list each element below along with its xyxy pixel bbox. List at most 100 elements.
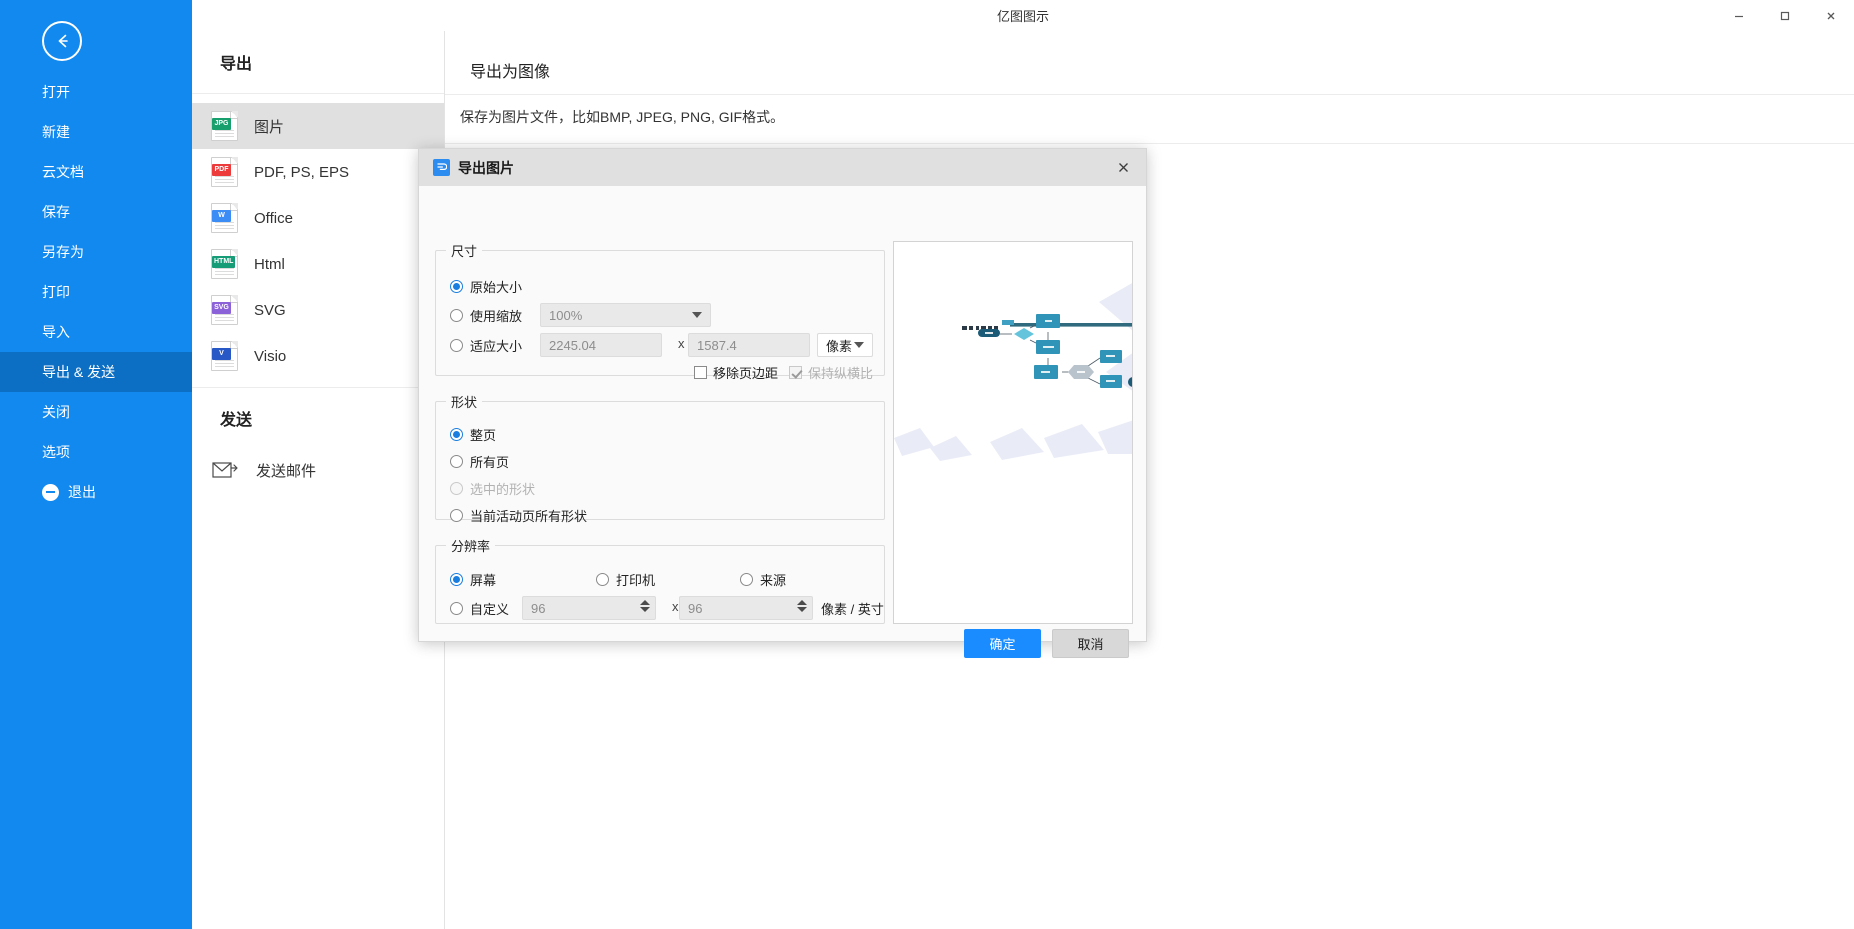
unit-select[interactable]: 像素 [817, 333, 873, 357]
use-scale-label: 使用缩放 [470, 309, 523, 324]
dpi-separator: x [672, 599, 679, 614]
custom-radio[interactable] [450, 602, 463, 615]
sidebar-item-options[interactable]: 选项 [0, 432, 192, 472]
resolution-option-custom[interactable]: 自定义 [450, 599, 509, 618]
resolution-option-screen[interactable]: 屏幕 [450, 570, 496, 589]
all-pages-radio[interactable] [450, 455, 463, 468]
fit-size-radio[interactable] [450, 339, 463, 352]
sidebar-item-exit[interactable]: 退出 [0, 472, 192, 512]
export-format-pdf[interactable]: PDF PDF, PS, EPS [192, 149, 444, 195]
sidebar-item-new[interactable]: 新建 [0, 112, 192, 152]
resolution-option-source[interactable]: 来源 [740, 570, 786, 589]
sidebar-item-open[interactable]: 打开 [0, 72, 192, 112]
minimize-button[interactable] [1716, 0, 1762, 31]
export-format-html[interactable]: HTML Html [192, 241, 444, 287]
sidebar-item-label: 选项 [42, 444, 70, 460]
original-size-radio-row[interactable]: 原始大小 [450, 277, 522, 296]
sidebar-item-save[interactable]: 保存 [0, 192, 192, 232]
export-format-label: SVG [254, 301, 286, 319]
stepper-down-icon[interactable] [797, 607, 807, 612]
send-email-item[interactable]: 发送邮件 [192, 447, 444, 493]
pdf-file-icon-label: PDF [212, 164, 231, 176]
keep-ratio-checkbox [789, 366, 802, 379]
remove-margin-checkbox[interactable] [694, 366, 707, 379]
jpg-file-icon: JPG [211, 111, 238, 141]
envelope-icon [212, 462, 238, 478]
whole-page-radio[interactable] [450, 428, 463, 441]
send-email-label: 发送邮件 [256, 462, 317, 480]
back-button[interactable] [42, 21, 82, 61]
page-title: 导出为图像 [470, 64, 551, 81]
width-input[interactable]: 2245.04 [540, 333, 662, 357]
stepper-up-icon[interactable] [797, 600, 807, 605]
sidebar-item-label: 另存为 [42, 244, 84, 260]
shape-group: 形状 整页 所有页 选中的形状 当前活动页所有形状 [435, 392, 885, 524]
app-logo-icon [433, 159, 450, 176]
ok-button[interactable]: 确定 [964, 629, 1041, 658]
sidebar-item-label: 保存 [42, 204, 70, 220]
sidebar-item-export-send[interactable]: 导出 & 发送 [0, 352, 192, 392]
sidebar-item-save-as[interactable]: 另存为 [0, 232, 192, 272]
height-input[interactable]: 1587.4 [688, 333, 810, 357]
sidebar-item-label: 新建 [42, 124, 70, 140]
fit-size-radio-row[interactable]: 适应大小 [450, 336, 522, 355]
screen-radio[interactable] [450, 573, 463, 586]
maximize-icon [1780, 11, 1790, 20]
stepper-down-icon[interactable] [640, 607, 650, 612]
svg-file-icon: SVG [211, 295, 238, 325]
page-description: 保存为图片文件，比如BMP, JPEG, PNG, GIF格式。 [460, 109, 785, 125]
shape-option-active-page-shapes[interactable]: 当前活动页所有形状 [450, 506, 587, 525]
export-format-image[interactable]: JPG 图片 [192, 103, 444, 149]
active-page-shapes-radio[interactable] [450, 509, 463, 522]
cancel-button[interactable]: 取消 [1052, 629, 1129, 658]
dialog-body: 尺寸 原始大小 使用缩放 100% 适应大小 2245.04 x 1587.4 … [419, 186, 1146, 658]
dpi-y-stepper[interactable] [797, 600, 807, 612]
application-window: 打开 新建 云文档 保存 另存为 打印 导入 导出 & 发送 关闭 选项 退出 … [0, 0, 1854, 929]
dpi-y-input[interactable]: 96 [679, 596, 813, 620]
size-group-legend: 尺寸 [451, 244, 478, 259]
stepper-up-icon[interactable] [640, 600, 650, 605]
dpi-unit-label: 像素 / 英寸 [821, 602, 884, 617]
sidebar-item-print[interactable]: 打印 [0, 272, 192, 312]
close-icon [1118, 163, 1128, 172]
original-size-radio[interactable] [450, 280, 463, 293]
unit-select-value: 像素 [826, 338, 853, 354]
chevron-down-icon [692, 312, 702, 318]
dpi-x-stepper[interactable] [640, 600, 650, 612]
word-file-icon-label: W [212, 210, 231, 222]
preview-thumbnail [894, 242, 1132, 542]
sidebar-item-label: 打开 [42, 84, 70, 100]
shape-option-whole-page[interactable]: 整页 [450, 425, 496, 444]
dpi-x-input[interactable]: 96 [522, 596, 656, 620]
source-label: 来源 [760, 573, 787, 588]
sidebar-item-import[interactable]: 导入 [0, 312, 192, 352]
remove-margin-row[interactable]: 移除页边距 [694, 363, 778, 382]
window-controls [1716, 0, 1854, 31]
scale-select-value: 100% [549, 307, 583, 323]
dialog-close-button[interactable] [1108, 154, 1138, 182]
maximize-button[interactable] [1762, 0, 1808, 31]
use-scale-radio[interactable] [450, 309, 463, 322]
export-format-svg[interactable]: SVG SVG [192, 287, 444, 333]
sidebar-item-cloud-docs[interactable]: 云文档 [0, 152, 192, 192]
export-image-dialog: 导出图片 尺寸 原始大小 使用缩放 100% 适应大小 2245.04 x 15… [418, 148, 1147, 658]
close-button[interactable] [1808, 0, 1854, 31]
resolution-option-printer[interactable]: 打印机 [596, 570, 655, 589]
sidebar-item-close[interactable]: 关闭 [0, 392, 192, 432]
title-bar: 亿图图示 [192, 0, 1854, 31]
source-radio[interactable] [740, 573, 753, 586]
use-scale-radio-row[interactable]: 使用缩放 [450, 306, 522, 325]
printer-radio[interactable] [596, 573, 609, 586]
exit-icon [42, 483, 59, 501]
sidebar-item-label: 导出 & 发送 [42, 364, 116, 380]
scale-select[interactable]: 100% [540, 303, 711, 327]
backstage-sidebar: 打开 新建 云文档 保存 另存为 打印 导入 导出 & 发送 关闭 选项 退出 [0, 0, 192, 929]
selected-shapes-label: 选中的形状 [470, 482, 536, 497]
export-format-visio[interactable]: V Visio [192, 333, 444, 379]
shape-option-selected-shapes: 选中的形状 [450, 479, 535, 498]
screen-label: 屏幕 [470, 573, 497, 588]
original-size-label: 原始大小 [470, 280, 523, 295]
export-format-office[interactable]: W Office [192, 195, 444, 241]
back-arrow-icon [58, 34, 68, 48]
shape-option-all-pages[interactable]: 所有页 [450, 452, 509, 471]
